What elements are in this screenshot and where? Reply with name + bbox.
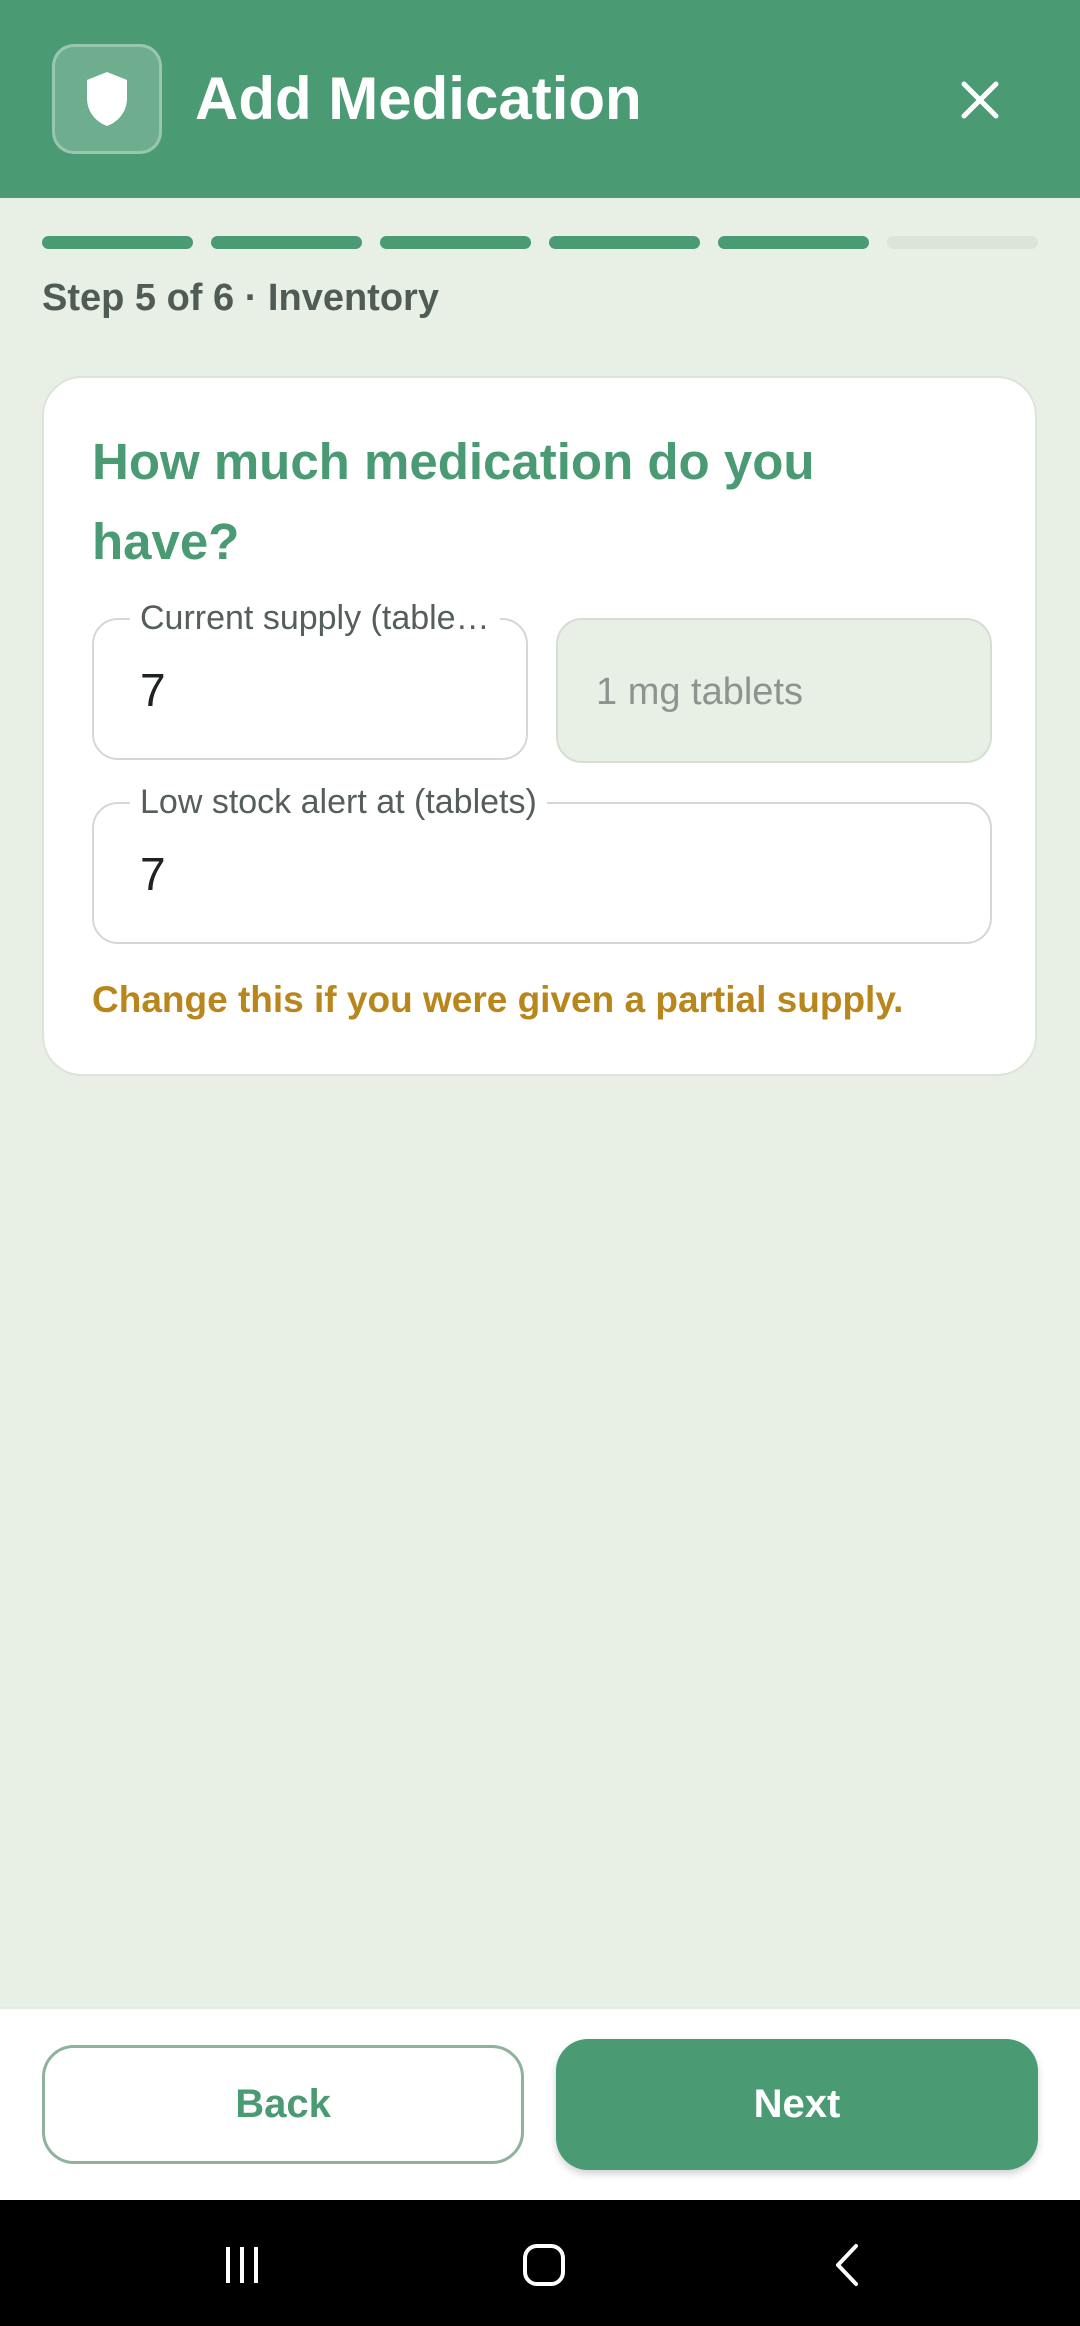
step-label: Step 5 of 6 · Inventory — [42, 277, 439, 319]
low-stock-alert-value[interactable]: 7 — [140, 844, 166, 904]
app-bar: Add Medication — [0, 0, 1080, 198]
progress-segment — [887, 236, 1038, 249]
next-button[interactable]: Next — [556, 2039, 1038, 2170]
close-button[interactable] — [940, 60, 1020, 140]
close-icon — [961, 81, 999, 119]
progress-segment — [549, 236, 700, 249]
card-title: How much medication do you have? — [92, 433, 815, 570]
recents-icon — [226, 2247, 258, 2283]
back-button[interactable]: Back — [42, 2045, 524, 2164]
step-progress — [42, 236, 1038, 249]
inventory-card: How much medication do you have? Current… — [42, 376, 1037, 1076]
back-nav-button[interactable] — [808, 2230, 888, 2300]
low-stock-alert-label: Low stock alert at (tablets) — [130, 780, 547, 824]
back-arrow-icon — [836, 2244, 858, 2286]
home-icon — [523, 2244, 565, 2286]
progress-segment — [42, 236, 193, 249]
hint-text: Change this if you were given a partial … — [92, 979, 904, 1020]
progress-segment — [211, 236, 362, 249]
low-stock-alert-field[interactable]: Low stock alert at (tablets) 7 — [92, 780, 992, 944]
page-title: Add Medication — [195, 65, 642, 132]
progress-segment — [718, 236, 869, 249]
unit-display: 1 mg tablets — [556, 618, 992, 763]
current-supply-value[interactable]: 7 — [140, 660, 166, 720]
shield-icon — [52, 44, 162, 154]
unit-text: 1 mg tablets — [596, 671, 803, 713]
bottom-action-bar: Back Next — [0, 2007, 1080, 2200]
system-nav-bar — [0, 2200, 1080, 2326]
home-button[interactable] — [504, 2230, 584, 2300]
progress-segment — [380, 236, 531, 249]
current-supply-field[interactable]: Current supply (tablets) 7 — [92, 596, 528, 760]
current-supply-label: Current supply (tablets) — [130, 596, 500, 640]
recents-button[interactable] — [202, 2230, 282, 2300]
